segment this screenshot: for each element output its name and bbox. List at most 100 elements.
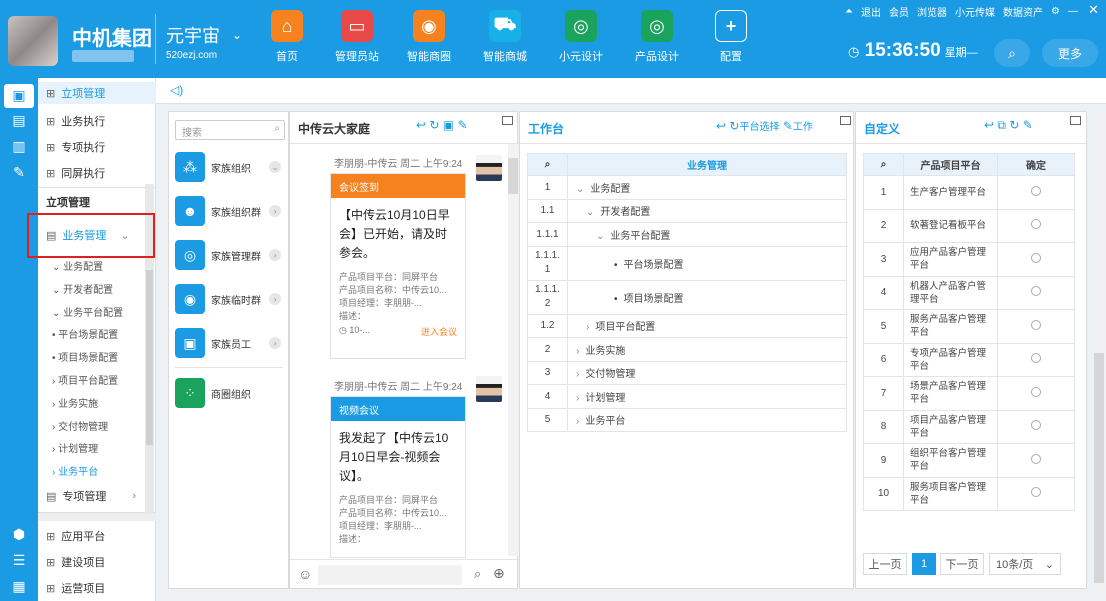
cube-icon[interactable]: ⬢ (9, 526, 29, 544)
main-scrollbar[interactable] (1094, 111, 1104, 589)
link-member[interactable]: 会员 (889, 4, 909, 19)
table-row[interactable]: 6 专项产品客户管理平台 (863, 342, 1075, 377)
chevron-right-icon[interactable]: › (576, 346, 579, 357)
chevron-down-icon[interactable]: ⌄ (232, 28, 242, 42)
nav-item-special-exec[interactable]: ⊞ 专项执行 (38, 135, 156, 159)
speaker-icon[interactable]: ◁) (170, 83, 183, 97)
chevron-right-icon[interactable]: › (269, 249, 281, 261)
camera-icon[interactable]: ▦ (9, 578, 29, 596)
table-row[interactable]: 7 场景产品客户管理平台 (863, 376, 1075, 411)
chevron-down-icon[interactable]: ⌄ (596, 231, 604, 242)
chat-input[interactable] (318, 565, 462, 585)
emoji-icon[interactable]: ☺ (298, 566, 312, 582)
close-icon[interactable]: ✕ (1088, 2, 1099, 18)
prev-page-button[interactable]: 上一页 (863, 553, 907, 575)
list-icon[interactable]: ☰ (9, 552, 29, 570)
group-item[interactable]: ⁘ 商圈组织 (175, 374, 283, 412)
table-row[interactable]: 3 应用产品客户管理平台 (863, 242, 1075, 277)
table-row[interactable]: 2 › 业务实施 (527, 337, 847, 362)
group-item[interactable]: ☻ 家族组织群 › (175, 192, 283, 230)
bullet-icon[interactable]: • (614, 294, 618, 305)
document-icon[interactable]: ▤ (9, 112, 29, 130)
nav-item-sync-exec[interactable]: ⊞ 同屏执行 (38, 161, 156, 185)
reply-icon[interactable]: ↩ (716, 119, 726, 133)
search-icon[interactable]: ⌕ (474, 566, 481, 582)
table-row[interactable]: 5 › 业务平台 (527, 407, 847, 432)
table-row[interactable]: 9 组织平台客户管理平台 (863, 443, 1075, 478)
chevron-right-icon[interactable]: › (269, 337, 281, 349)
join-meeting-link[interactable]: 进入会议 (421, 325, 457, 338)
nav-cart-button[interactable]: ⛟ 智能商城 (470, 10, 540, 64)
nav-monitor-button[interactable]: ▭ 管理员站 (322, 10, 392, 64)
chevron-down-icon[interactable]: ⌄ (269, 161, 281, 173)
subnav-item[interactable]: ⌄ 业务平台配置 (52, 304, 123, 319)
table-row[interactable]: 1 生产客户管理平台 (863, 175, 1075, 210)
message-card[interactable]: 会议签到 【中传云10月10日早会】已开始，请及时参会。 产品项目平台：同屏平台… (330, 173, 466, 359)
select-radio[interactable] (1031, 185, 1041, 196)
edit-icon[interactable]: ✎ (458, 118, 468, 132)
nav-plus-button[interactable]: + 配置 (696, 10, 766, 64)
minimize-icon[interactable] (840, 116, 851, 125)
table-row[interactable]: 3 › 交付物管理 (527, 360, 847, 385)
link-media[interactable]: 小元传媒 (955, 4, 995, 19)
select-radio[interactable] (1031, 252, 1041, 263)
table-row[interactable]: 8 项目产品客户管理平台 (863, 409, 1075, 444)
nav-circle-button[interactable]: ◉ 智能商圈 (394, 10, 464, 64)
select-radio[interactable] (1031, 453, 1041, 464)
next-page-button[interactable]: 下一页 (940, 553, 984, 575)
link-data-assets[interactable]: 数据资产 (1003, 4, 1043, 19)
table-row[interactable]: 10 服务项目客户管理平台 (863, 476, 1075, 511)
nav-item-app-platform[interactable]: ⊞ 应用平台 (38, 524, 156, 548)
minimize-icon[interactable] (1070, 116, 1081, 125)
subnav-item[interactable]: • 平台场景配置 (52, 326, 118, 341)
copy-icon[interactable]: ⧉ (997, 118, 1006, 132)
sender-avatar[interactable] (476, 155, 502, 181)
group-item[interactable]: ◎ 家族管理群 › (175, 236, 283, 274)
subnav-item[interactable]: › 业务平台 (52, 463, 98, 478)
nav-item-ops-project[interactable]: ⊞ 运营项目 (38, 576, 156, 600)
select-radio[interactable] (1031, 219, 1041, 230)
chat-scrollbar[interactable] (508, 144, 518, 556)
search-button[interactable]: ⌕ (994, 39, 1030, 67)
subnav-item[interactable]: › 业务实施 (52, 395, 98, 410)
table-row[interactable]: 1 ⌄ 业务配置 (527, 175, 847, 200)
table-row[interactable]: 1.2 › 项目平台配置 (527, 313, 847, 338)
chevron-right-icon[interactable]: › (576, 393, 579, 404)
avatar[interactable] (8, 16, 58, 66)
hscrollbar[interactable] (38, 512, 156, 521)
refresh-icon[interactable]: ↻ (429, 118, 439, 132)
select-radio[interactable] (1031, 353, 1041, 364)
work-button[interactable]: ✎工作 (783, 119, 813, 133)
chevron-right-icon[interactable]: › (586, 322, 589, 333)
search-icon[interactable]: ⌕ (863, 153, 904, 176)
select-radio[interactable] (1031, 286, 1041, 297)
table-row[interactable]: 4 › 计划管理 (527, 384, 847, 409)
nav-item-project[interactable]: ⊞ 立项管理 (38, 82, 156, 104)
reply-icon[interactable]: ↩ (416, 118, 426, 132)
nav-home-button[interactable]: ⌂ 首页 (252, 10, 322, 64)
subnav-item[interactable]: ⌄ 业务配置 (52, 258, 103, 273)
nav-item-special-mgmt[interactable]: ▤ 专项管理 › (38, 484, 156, 508)
subnav-item[interactable]: • 项目场景配置 (52, 349, 118, 364)
brand-name[interactable]: 元宇宙 (166, 22, 220, 48)
gear-icon[interactable]: ⚙ (1051, 6, 1060, 17)
table-row[interactable]: 1.1.1.2 • 项目场景配置 (527, 279, 847, 315)
select-radio[interactable] (1031, 487, 1041, 498)
edit-icon[interactable]: ✎ (9, 164, 29, 182)
sender-avatar[interactable] (476, 376, 502, 402)
screen-icon[interactable]: ▥ (9, 138, 29, 156)
page-size-select[interactable]: 10条/页 ⌄ (989, 553, 1061, 575)
chevron-down-icon[interactable]: ⌄ (586, 207, 594, 218)
subnav-item[interactable]: › 计划管理 (52, 440, 98, 455)
group-search-input[interactable]: 搜索 ⌕ (175, 120, 285, 140)
search-icon[interactable]: ⌕ (527, 153, 568, 176)
add-icon[interactable]: ⊕ (493, 565, 505, 582)
subnav-item[interactable]: ⌄ 开发者配置 (52, 281, 113, 296)
briefcase-icon[interactable]: ▣ (9, 87, 29, 105)
group-item[interactable]: ⁂ 家族组织 ⌄ (175, 148, 283, 186)
select-radio[interactable] (1031, 386, 1041, 397)
chevron-right-icon[interactable]: › (576, 416, 579, 427)
chevron-down-icon[interactable]: ⌄ (576, 184, 584, 195)
chevron-right-icon[interactable]: › (269, 293, 281, 305)
message-icon[interactable]: ▣ (443, 118, 454, 132)
